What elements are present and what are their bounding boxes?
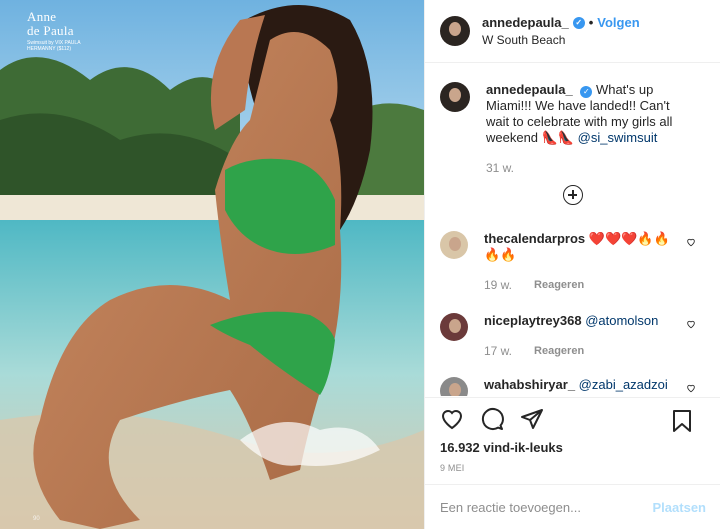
comment-like-heart-icon[interactable] [686, 383, 696, 393]
avatar[interactable] [440, 16, 470, 46]
follow-button[interactable]: Volgen [597, 15, 639, 30]
comment-like-heart-icon[interactable] [686, 237, 696, 247]
comment-icon[interactable] [480, 407, 504, 431]
location-link[interactable]: W South Beach [482, 33, 640, 47]
caption-emojis: 👠👠 [541, 130, 575, 145]
post-comment-button[interactable]: Plaatsen [653, 500, 706, 515]
likes-count[interactable]: 16.932 vind-ik-leuks [440, 440, 706, 455]
bookmark-icon[interactable] [672, 409, 692, 433]
page-number: 90 [33, 516, 40, 522]
add-more-comments-icon[interactable] [563, 185, 583, 205]
header-username[interactable]: annedepaula_ [482, 15, 569, 30]
magazine-name: Anne de Paula [27, 10, 74, 38]
comment-avatar[interactable] [440, 231, 468, 259]
comment-text[interactable]: @atomolson [585, 313, 658, 328]
heart-icon[interactable] [440, 407, 464, 431]
caption-avatar[interactable] [440, 82, 470, 112]
post-sidebar: annedepaula_ ✓ • Volgen W South Beach an… [424, 0, 720, 529]
verified-badge-icon: ✓ [580, 86, 593, 98]
caption-time: 31 w. [486, 161, 515, 175]
comment-text[interactable]: @zabi_azadzoi [579, 377, 668, 392]
verified-badge-icon: ✓ [572, 16, 585, 29]
comment-avatar[interactable] [440, 377, 468, 396]
comment-avatar[interactable] [440, 313, 468, 341]
comment-input[interactable]: Een reactie toevoegen... [440, 500, 653, 515]
comment-username[interactable]: thecalendarpros [484, 231, 585, 246]
reply-button[interactable]: Reageren [534, 343, 584, 359]
add-comment-bar: Een reactie toevoegen... Plaatsen [425, 484, 720, 529]
share-icon[interactable] [520, 407, 544, 431]
separator-dot: • [588, 15, 594, 30]
post-photo[interactable]: Anne de Paula Swimsuit by VIX PAULA HERM… [0, 0, 424, 529]
comment-item: wahabshiryar_ @zabi_azadzoi [440, 377, 716, 396]
comment-item: thecalendarpros ❤️❤️❤️🔥🔥🔥🔥 19 w. Reagere… [440, 231, 716, 293]
comment-username[interactable]: wahabshiryar_ [484, 377, 575, 392]
swimsuit-credit: Swimsuit by VIX PAULA HERMANNY ($112) [27, 40, 81, 52]
comment-time: 19 w. [484, 278, 513, 292]
comments-list[interactable]: annedepaula_ ✓ What's up Miami!!! We hav… [425, 64, 720, 396]
post-date: 9 MEI [440, 463, 465, 473]
post-modal: Anne de Paula Swimsuit by VIX PAULA HERM… [0, 0, 720, 529]
caption-mention[interactable]: @si_swimsuit [578, 130, 658, 145]
post-header: annedepaula_ ✓ • Volgen W South Beach [425, 0, 720, 63]
comment-item: niceplaytrey368 @atomolson 17 w. Reagere… [440, 313, 716, 359]
reply-button[interactable]: Reageren [534, 277, 584, 293]
magazine-name-line-1: Anne [27, 9, 57, 24]
comment-like-heart-icon[interactable] [686, 319, 696, 329]
photo-illustration [0, 0, 424, 529]
comment-username[interactable]: niceplaytrey368 [484, 313, 582, 328]
caption-username[interactable]: annedepaula_ [486, 82, 573, 97]
action-bar: 16.932 vind-ik-leuks 9 MEI [425, 397, 720, 473]
caption: annedepaula_ ✓ What's up Miami!!! We hav… [425, 64, 720, 176]
comment-time: 17 w. [484, 344, 513, 358]
magazine-name-line-2: de Paula [27, 23, 74, 38]
